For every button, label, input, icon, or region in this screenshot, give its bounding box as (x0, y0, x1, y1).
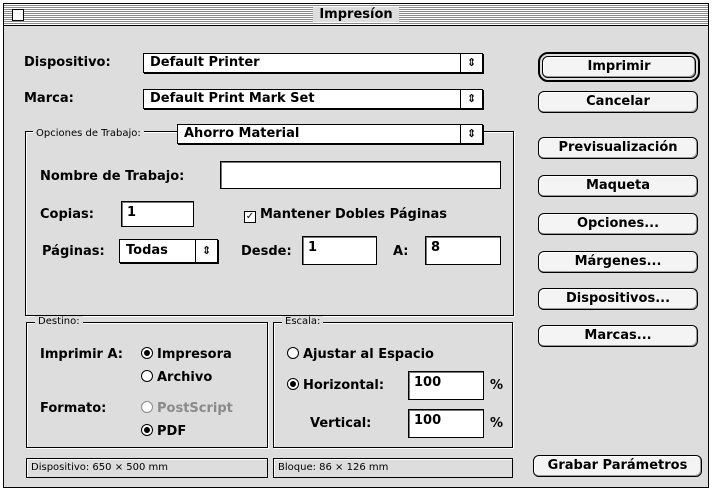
copies-label: Copias: (40, 207, 94, 222)
save-parameters-button[interactable]: Grabar Parámetros (533, 455, 702, 477)
device-popup-value: Default Printer (150, 55, 260, 70)
mark-popup[interactable]: Default Print Mark Set ⇕ (143, 89, 483, 109)
window-title: Impresíon (313, 7, 399, 22)
format-label: Formato: (40, 401, 107, 416)
job-preset-value: Ahorro Material (184, 126, 300, 141)
device-label: Dispositivo: (24, 55, 111, 70)
postscript-radio-label: PostScript (157, 401, 233, 416)
job-name-label: Nombre de Trabajo: (40, 169, 185, 184)
popup-arrows-icon: ⇕ (460, 125, 482, 143)
keep-double-pages-checkbox[interactable]: ✓ Mantener Dobles Páginas (244, 207, 447, 223)
popup-arrows-icon: ⇕ (460, 90, 482, 108)
layout-button[interactable]: Maqueta (538, 175, 698, 197)
cancel-button[interactable]: Cancelar (538, 91, 698, 113)
block-size-status: Bloque: 86 × 126 mm (273, 458, 513, 478)
fit-to-space-label: Ajustar al Espacio (303, 347, 434, 362)
job-preset-popup[interactable]: Ahorro Material ⇕ (177, 124, 483, 144)
job-options-group (25, 131, 514, 316)
check-mark-icon: ✓ (244, 211, 256, 223)
devices-button[interactable]: Dispositivos... (538, 288, 698, 310)
vertical-scale-field[interactable]: 100 (408, 409, 484, 438)
preview-button[interactable]: Previsualización (538, 137, 698, 159)
job-name-field[interactable] (220, 161, 501, 189)
horizontal-percent: % (490, 378, 504, 393)
horizontal-scale-field[interactable]: 100 (408, 371, 484, 400)
printer-radio-label: Impresora (157, 347, 232, 362)
pages-label: Páginas: (42, 244, 105, 259)
radio-empty-icon (141, 370, 153, 382)
from-field[interactable]: 1 (302, 236, 377, 265)
mark-popup-value: Default Print Mark Set (150, 91, 315, 106)
pdf-radio-label: PDF (157, 424, 187, 439)
marks-button[interactable]: Marcas... (538, 325, 698, 347)
horizontal-label: Horizontal: (303, 378, 385, 393)
radio-empty-icon (287, 347, 299, 359)
file-radio-label: Archivo (157, 370, 213, 385)
postscript-radio[interactable]: PostScript (141, 401, 233, 416)
device-size-status: Dispositivo: 650 × 500 mm (26, 458, 268, 478)
title-bar[interactable]: Impresíon (4, 4, 708, 26)
keep-double-pages-label: Mantener Dobles Páginas (260, 207, 448, 222)
print-to-label: Imprimir A: (40, 347, 123, 362)
popup-arrows-icon: ⇕ (195, 240, 217, 262)
radio-selected-icon (141, 424, 153, 436)
popup-arrows-icon: ⇕ (460, 54, 482, 72)
copies-field[interactable]: 1 (121, 201, 194, 227)
job-options-group-label: Opciones de Trabajo: (33, 128, 144, 139)
pdf-radio[interactable]: PDF (141, 424, 186, 439)
vertical-label: Vertical: (310, 416, 372, 431)
to-field[interactable]: 8 (425, 236, 501, 265)
print-button[interactable]: Imprimir (538, 52, 700, 82)
options-button[interactable]: Opciones... (538, 213, 698, 235)
fit-to-space-radio[interactable]: Ajustar al Espacio (287, 347, 434, 362)
vertical-percent: % (490, 416, 504, 431)
pages-popup-value: Todas (126, 243, 168, 258)
to-label: A: (393, 244, 409, 259)
pages-popup[interactable]: Todas ⇕ (119, 239, 218, 263)
print-dialog-window: Impresíon Dispositivo: Default Printer ⇕… (3, 3, 709, 488)
from-label: Desde: (241, 244, 292, 259)
radio-empty-icon (141, 401, 153, 413)
margins-button[interactable]: Márgenes... (538, 251, 698, 273)
file-radio[interactable]: Archivo (141, 370, 212, 385)
mark-label: Marca: (24, 91, 74, 106)
device-popup[interactable]: Default Printer ⇕ (143, 53, 483, 73)
horizontal-radio[interactable]: Horizontal: (287, 378, 384, 393)
radio-selected-icon (141, 347, 153, 359)
scale-group-label: Escala: (282, 316, 324, 327)
destination-group-label: Destino: (35, 316, 83, 327)
radio-selected-icon (287, 378, 299, 390)
printer-radio[interactable]: Impresora (141, 347, 232, 362)
